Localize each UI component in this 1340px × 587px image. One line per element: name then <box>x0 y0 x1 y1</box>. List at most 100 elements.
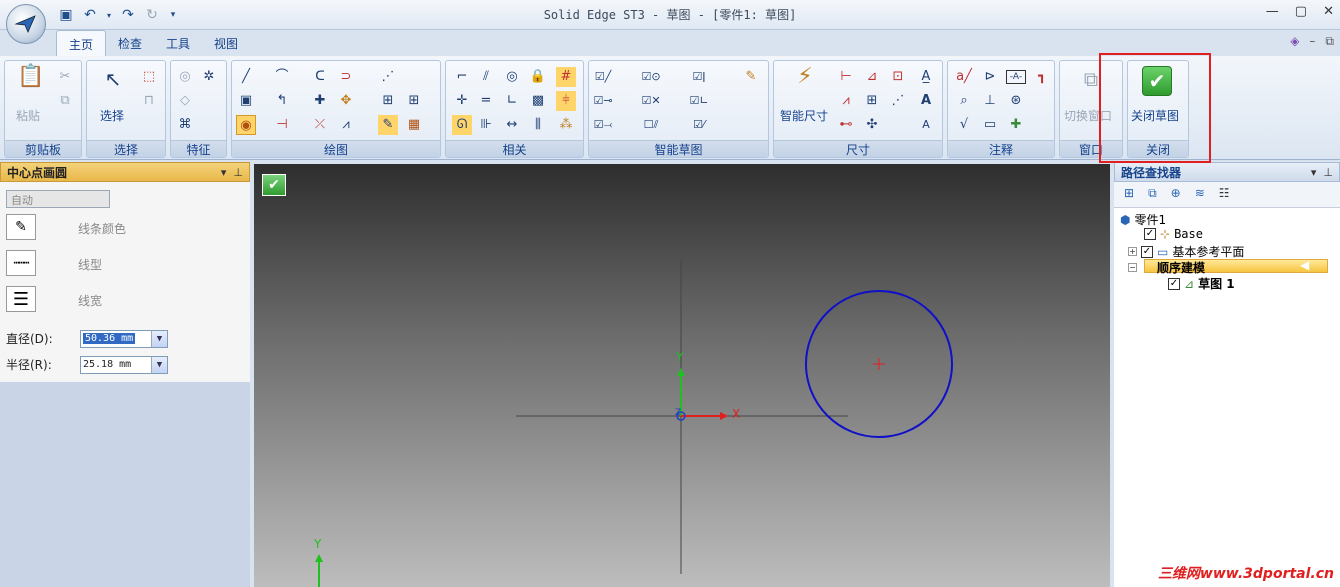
ribbon-minimize-icon[interactable]: – <box>1309 34 1315 49</box>
help-icon[interactable]: ◈ <box>1290 34 1299 49</box>
connect-icon[interactable]: ⌐ <box>452 67 472 87</box>
tree-item-ref-planes[interactable]: + ✓ ▭ 基本参考平面 <box>1128 243 1244 260</box>
pathfinder-dropdown-icon[interactable]: ▾ <box>1311 166 1317 179</box>
symmetric-icon[interactable]: ⫩ <box>556 91 576 111</box>
line-type-icon[interactable]: ┅┅┅ <box>6 250 36 276</box>
cut-icon[interactable]: ✂ <box>55 67 75 87</box>
leader-icon[interactable]: ⊳ <box>980 67 1000 87</box>
dimension-icon-2[interactable]: ⊿ <box>862 67 882 87</box>
pathfinder-settings-icon[interactable]: ☷ <box>1219 186 1230 203</box>
sketch-checkbox[interactable]: ✓ <box>1168 277 1180 290</box>
intellisketch-check-5[interactable]: ☑✕ <box>641 91 661 111</box>
repeat-icon[interactable]: ↻ <box>142 5 162 25</box>
perpendicular-icon[interactable]: ∟ <box>502 91 522 111</box>
dimension-icon-4[interactable]: ⩘ <box>836 91 856 111</box>
feature-control-frame-icon[interactable]: -A- <box>1006 70 1026 84</box>
symmetry-axis-icon[interactable]: ⫼ <box>528 115 548 135</box>
application-button[interactable] <box>6 4 46 44</box>
fillet-icon[interactable]: ᑕ <box>310 67 330 87</box>
graphics-window[interactable]: ✔ Y X Z Y <box>254 164 1110 587</box>
intellisketch-check-2[interactable]: ☑⊙ <box>641 67 661 87</box>
customize-qat-icon[interactable]: ▾ <box>166 5 180 25</box>
arc-icon[interactable]: ⌒ <box>272 67 292 87</box>
tree-item-root[interactable]: ⬢ 零件1 <box>1120 211 1166 228</box>
dimension-icon-5[interactable]: ⊞ <box>862 91 882 111</box>
diameter-field[interactable]: 50.36 mm ▼ <box>80 330 168 348</box>
horizontal-align-icon[interactable]: ↔ <box>502 115 522 135</box>
smart-dimension-button-label[interactable]: 智能尺寸 <box>780 107 828 124</box>
tree-item-sketch[interactable]: ✓ ⊿ 草图 1 <box>1168 275 1235 292</box>
select-filter-icon[interactable]: ⊓ <box>139 91 159 111</box>
radius-value[interactable]: 25.18 mm <box>83 359 131 370</box>
feature-icon-3[interactable]: ◇ <box>175 91 195 111</box>
dimension-icon-1[interactable]: ⊢ <box>836 67 856 87</box>
pathfinder-layers-icon[interactable]: ≋ <box>1195 186 1205 203</box>
dimension-icon-6[interactable]: ⋰ <box>888 91 908 111</box>
projection-icon[interactable]: ⊞ <box>404 91 424 111</box>
center-mark-icon[interactable]: ✚ <box>1006 115 1026 135</box>
radius-dropdown-icon[interactable]: ▼ <box>151 357 167 373</box>
panel-pin-icon[interactable]: ⊥ <box>233 166 243 179</box>
pathfinder-bodies-icon[interactable]: ⊕ <box>1171 186 1181 203</box>
dimension-icon-3[interactable]: ⊡ <box>888 67 908 87</box>
ordered-collapse-icon[interactable]: − <box>1128 263 1137 272</box>
intellisketch-check-4[interactable]: ☑⊸ <box>593 91 613 111</box>
intellisketch-check-7[interactable]: ☑⤙ <box>593 115 613 135</box>
panel-dropdown-icon[interactable]: ▾ <box>221 166 227 179</box>
pathfinder-pin-icon[interactable]: ⊥ <box>1323 166 1333 179</box>
lock-icon[interactable]: 🔒 <box>528 67 548 87</box>
pathfinder-tree-icon[interactable]: ⊞ <box>1124 186 1134 203</box>
copy-icon[interactable]: ⧉ <box>55 91 75 111</box>
redo-icon[interactable]: ↷ <box>118 5 138 25</box>
horizontal-vertical-icon[interactable]: ✛ <box>452 91 472 111</box>
weld-icon[interactable]: ⊛ <box>1006 91 1026 111</box>
smart-dimension-icon[interactable]: ⚡ <box>790 66 820 97</box>
feature-icon-1[interactable]: ◎ <box>175 67 195 87</box>
undo-dropdown-icon[interactable]: ▾ <box>104 5 114 25</box>
diameter-dropdown-icon[interactable]: ▼ <box>151 331 167 347</box>
dimension-icon-8[interactable]: ✣ <box>862 115 882 135</box>
diameter-value[interactable]: 50.36 mm <box>83 333 136 344</box>
construction-icon[interactable]: ✎ <box>378 115 398 135</box>
paste-button-label[interactable]: 粘贴 <box>16 107 40 124</box>
intellisketch-options-icon[interactable]: ✎ <box>741 67 761 87</box>
offset-icon[interactable]: ⊃ <box>336 67 356 87</box>
curve-icon[interactable]: ↰ <box>272 91 292 111</box>
tab-view[interactable]: 视图 <box>202 30 250 56</box>
ref-planes-checkbox[interactable]: ✓ <box>1141 245 1153 258</box>
tab-inspect[interactable]: 检查 <box>106 30 154 56</box>
fill-icon[interactable]: ▦ <box>404 115 424 135</box>
connector-icon[interactable]: ┓ <box>1032 67 1052 87</box>
ref-planes-expand-icon[interactable]: + <box>1128 247 1137 256</box>
tab-home[interactable]: 主页 <box>56 30 107 56</box>
mirror-icon[interactable]: ⩘ <box>336 115 356 135</box>
pathfinder-features-icon[interactable]: ⧉ <box>1148 186 1157 203</box>
edge-condition-icon[interactable]: ▭ <box>980 115 1000 135</box>
relation-handles-icon[interactable]: # <box>556 67 576 87</box>
maximize-icon[interactable]: ▢ <box>1295 4 1307 19</box>
mirror-line-icon[interactable]: ⋰ <box>378 67 398 87</box>
circle-by-center-icon[interactable]: ◉ <box>236 115 256 135</box>
dimension-text-icon[interactable]: A̲ <box>916 67 936 87</box>
text-size-up-icon[interactable]: A <box>916 91 936 111</box>
dimension-icon-7[interactable]: ⊷ <box>836 115 856 135</box>
save-icon[interactable]: ▣ <box>56 5 76 25</box>
tree-item-base[interactable]: ✓ ⊹ Base <box>1144 227 1203 241</box>
datum-icon[interactable]: ⊥ <box>980 91 1000 111</box>
extend-icon[interactable]: ⤫ <box>310 115 330 135</box>
intellisketch-check-9[interactable]: ☑⁄ <box>689 115 709 135</box>
paste-icon[interactable]: 📋 <box>17 66 45 95</box>
tab-tools[interactable]: 工具 <box>154 30 202 56</box>
intellisketch-check-8[interactable]: ☐⫽ <box>641 115 661 135</box>
close-icon[interactable]: ✕ <box>1323 4 1334 19</box>
intellisketch-check-3[interactable]: ☑ǀ <box>689 67 709 87</box>
parallel-icon[interactable]: ⫽ <box>476 67 496 87</box>
collinear-icon[interactable]: ⊪ <box>476 115 496 135</box>
select-region-icon[interactable]: ⬚ <box>139 67 159 87</box>
line-width-icon[interactable]: ☰ <box>6 286 36 312</box>
balloon-icon[interactable]: ⌕ <box>954 91 974 111</box>
minimize-icon[interactable]: — <box>1266 4 1279 19</box>
select-arrow-icon[interactable]: ↖ <box>103 69 123 89</box>
tangent-icon[interactable]: ᘏ <box>452 115 472 135</box>
radius-field[interactable]: 25.18 mm ▼ <box>80 356 168 374</box>
